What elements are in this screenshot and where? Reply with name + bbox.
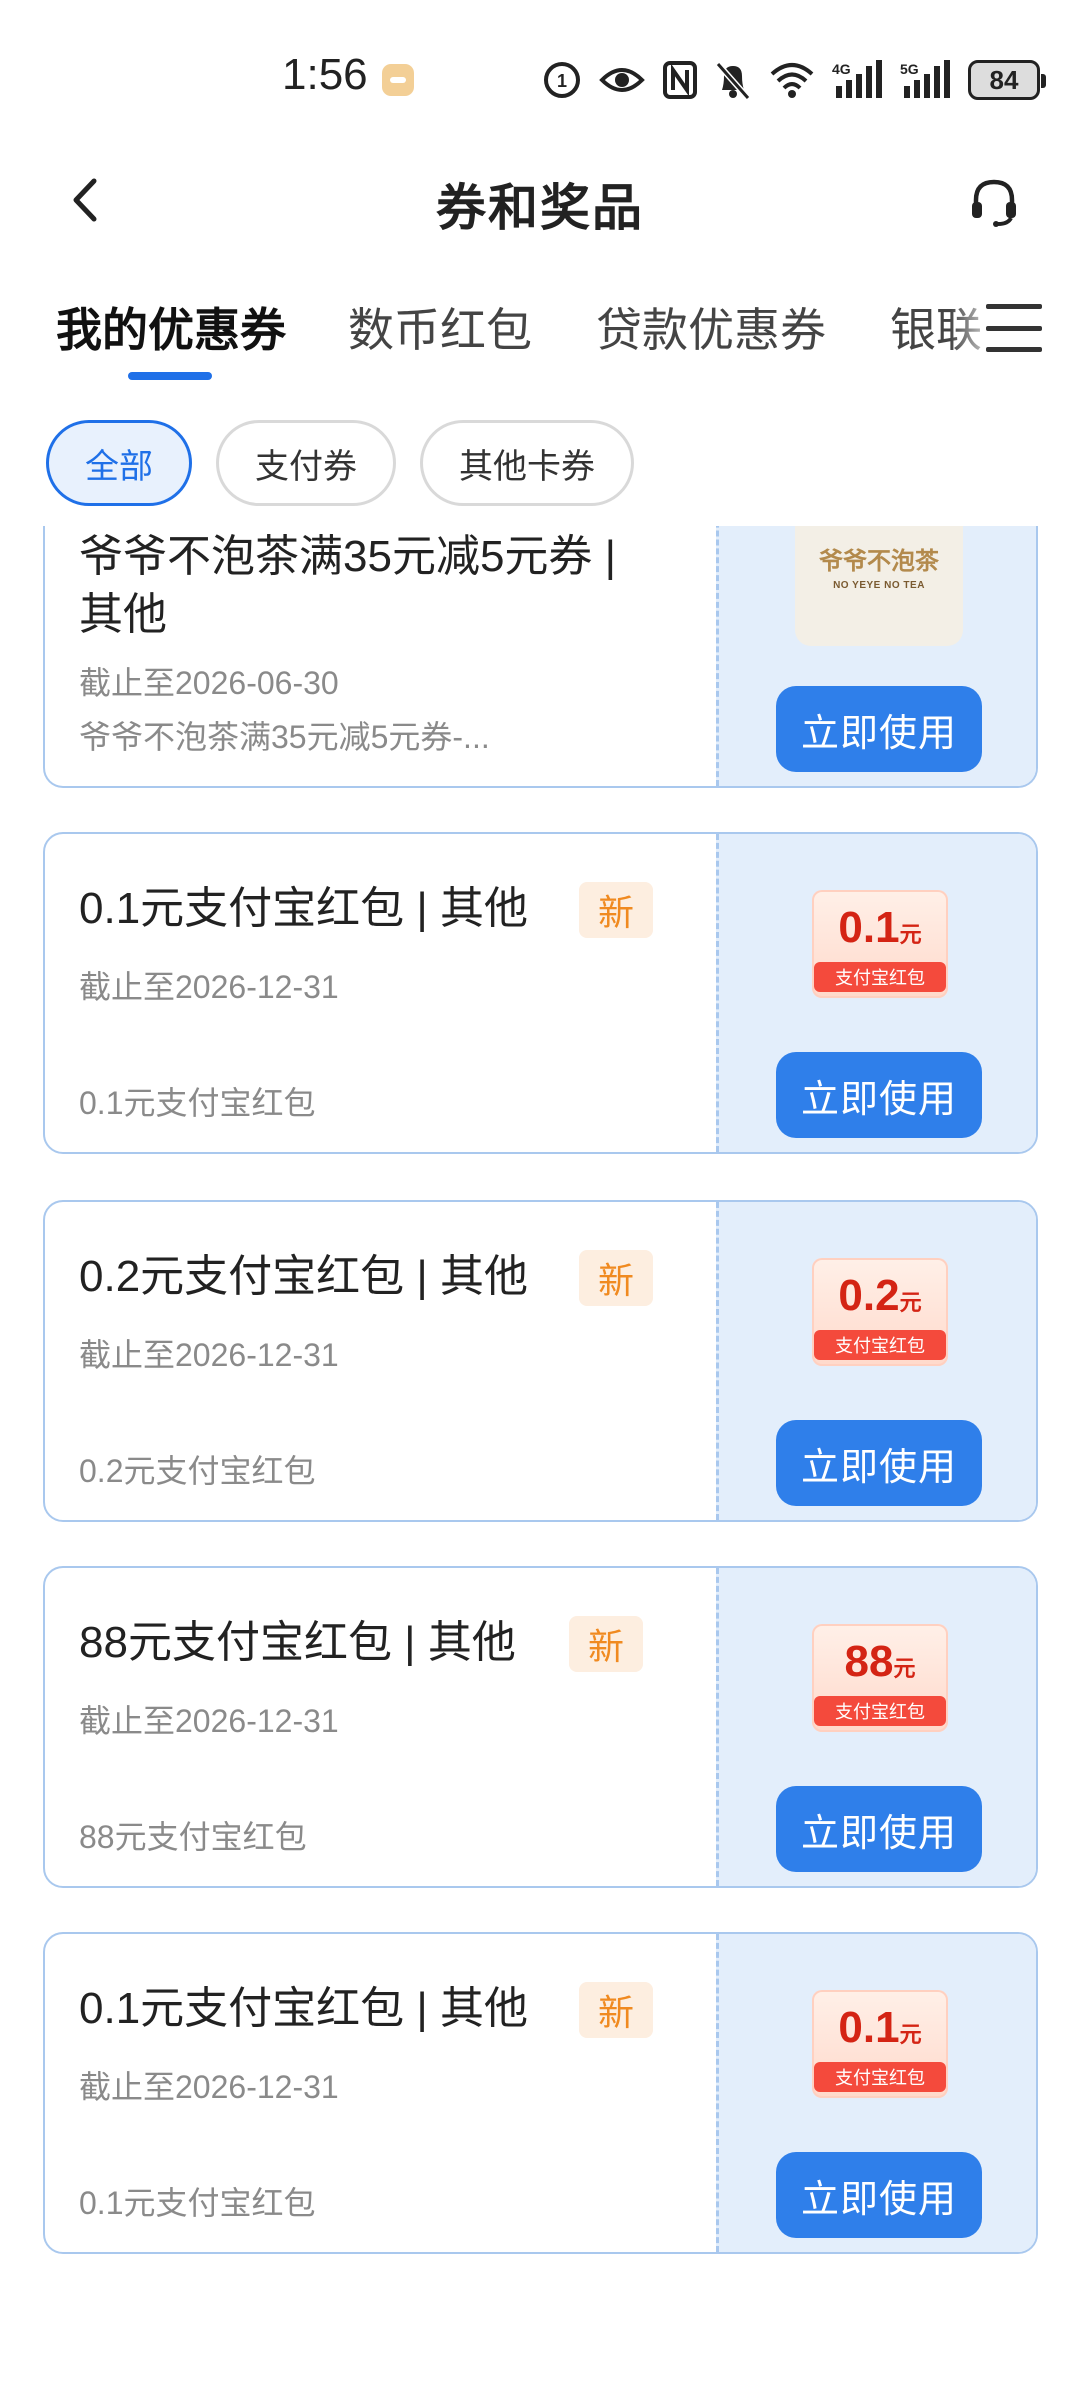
coupon-description: 0.1元支付宝红包 xyxy=(79,2185,316,2221)
use-now-button[interactable]: 立即使用 xyxy=(776,686,982,772)
eye-icon xyxy=(598,58,646,102)
red-packet-label: 支付宝红包 xyxy=(814,2062,946,2092)
hd-voice-icon: 1 xyxy=(542,58,582,102)
headset-icon xyxy=(972,179,1016,227)
signal-5g-icon: 5G xyxy=(900,58,952,102)
status-bar: 1:56 1 4G 5G 84 xyxy=(0,0,1080,160)
app-notification-icon xyxy=(382,64,414,96)
signal-4g-icon: 4G xyxy=(832,58,884,102)
nfc-icon xyxy=(662,58,698,102)
red-packet-label: 支付宝红包 xyxy=(814,962,946,992)
coupon-expiry: 截止至2026-12-31 xyxy=(79,1337,339,1373)
coupon-card[interactable]: 0.1元支付宝红包 | 其他 新 截止至2026-12-31 0.1元支付宝红包… xyxy=(43,1932,1038,2254)
use-now-button[interactable]: 立即使用 xyxy=(776,1052,982,1138)
coupon-expiry: 截止至2026-12-31 xyxy=(79,2069,339,2105)
coupon-action-panel: 爷爷不泡茶 NO YEYE NO TEA 立即使用 xyxy=(716,526,1036,786)
use-now-button[interactable]: 立即使用 xyxy=(776,2152,982,2238)
red-packet-thumbnail: 88元 支付宝红包 xyxy=(812,1624,948,1732)
menu-icon xyxy=(986,304,1042,309)
red-packet-amount: 0.2 xyxy=(838,1271,900,1320)
svg-text:1: 1 xyxy=(557,71,567,91)
red-packet-label: 支付宝红包 xyxy=(814,1330,946,1360)
status-icons: 1 4G 5G 84 xyxy=(542,56,1046,104)
header: 券和奖品 xyxy=(0,150,1080,250)
coupon-expiry: 截止至2026-12-31 xyxy=(79,969,339,1005)
coupon-card[interactable]: 88元支付宝红包 | 其他 新 截止至2026-12-31 88元支付宝红包 8… xyxy=(43,1566,1038,1888)
new-badge: 新 xyxy=(579,882,653,938)
coupon-card[interactable]: 爷爷不泡茶满35元减5元券 | 其他 截止至2026-06-30 爷爷不泡茶满3… xyxy=(43,526,1038,788)
red-packet-thumbnail: 0.1元 支付宝红包 xyxy=(812,1990,948,2098)
red-packet-thumbnail: 0.2元 支付宝红包 xyxy=(812,1258,948,1366)
red-packet-amount: 0.1 xyxy=(838,2003,900,2052)
coupon-card[interactable]: 0.2元支付宝红包 | 其他 新 截止至2026-12-31 0.2元支付宝红包… xyxy=(43,1200,1038,1522)
tab-menu-button[interactable] xyxy=(986,300,1042,356)
new-badge: 新 xyxy=(579,1982,653,2038)
filter-chips: 全部 支付券 其他卡券 xyxy=(46,420,634,506)
new-badge: 新 xyxy=(569,1616,643,1672)
page-title: 券和奖品 xyxy=(436,180,644,236)
coupon-description: 0.2元支付宝红包 xyxy=(79,1453,316,1489)
red-packet-amount: 88 xyxy=(844,1637,894,1686)
brand-logo: 爷爷不泡茶 NO YEYE NO TEA xyxy=(795,526,963,646)
coupon-expiry: 截止至2026-06-30 xyxy=(79,665,339,701)
tab-my-coupons[interactable]: 我的优惠券 xyxy=(56,294,286,360)
customer-service-button[interactable] xyxy=(964,172,1024,232)
battery-icon: 84 xyxy=(968,60,1046,100)
tab-active-indicator xyxy=(128,372,212,380)
red-packet-label: 支付宝红包 xyxy=(814,1696,946,1726)
coupon-expiry: 截止至2026-12-31 xyxy=(79,1703,339,1739)
use-now-button[interactable]: 立即使用 xyxy=(776,1420,982,1506)
coupon-description: 爷爷不泡茶满35元减5元券-... xyxy=(79,719,490,755)
coupon-action-panel: 0.2元 支付宝红包 立即使用 xyxy=(716,1202,1036,1520)
coupon-action-panel: 88元 支付宝红包 立即使用 xyxy=(716,1568,1036,1886)
tab-digital-red-packets[interactable]: 数币红包 xyxy=(348,294,532,360)
filter-other-cards[interactable]: 其他卡券 xyxy=(420,420,634,506)
svg-text:4G: 4G xyxy=(832,61,851,77)
svg-text:5G: 5G xyxy=(900,61,919,77)
filter-all[interactable]: 全部 xyxy=(46,420,192,506)
coupon-description: 88元支付宝红包 xyxy=(79,1819,307,1855)
filter-payment-coupons[interactable]: 支付券 xyxy=(216,420,396,506)
coupon-action-panel: 0.1元 支付宝红包 立即使用 xyxy=(716,834,1036,1152)
new-badge: 新 xyxy=(579,1250,653,1306)
coupon-card[interactable]: 0.1元支付宝红包 | 其他 新 截止至2026-12-31 0.1元支付宝红包… xyxy=(43,832,1038,1154)
coupon-list[interactable]: 爷爷不泡茶满35元减5元券 | 其他 截止至2026-06-30 爷爷不泡茶满3… xyxy=(0,526,1080,2400)
mute-bell-icon xyxy=(714,58,752,102)
coupon-description: 0.1元支付宝红包 xyxy=(79,1085,316,1121)
tab-bar: 我的优惠券 数币红包 贷款优惠券 银联 xyxy=(0,290,1080,390)
status-time: 1:56 xyxy=(282,50,368,99)
red-packet-thumbnail: 0.1元 支付宝红包 xyxy=(812,890,948,998)
wifi-icon xyxy=(768,58,816,102)
use-now-button[interactable]: 立即使用 xyxy=(776,1786,982,1872)
coupon-title: 爷爷不泡茶满35元减5元券 | 其他 xyxy=(79,532,617,639)
red-packet-amount: 0.1 xyxy=(838,903,900,952)
coupon-action-panel: 0.1元 支付宝红包 立即使用 xyxy=(716,1934,1036,2252)
tab-loan-coupons[interactable]: 贷款优惠券 xyxy=(596,294,826,360)
